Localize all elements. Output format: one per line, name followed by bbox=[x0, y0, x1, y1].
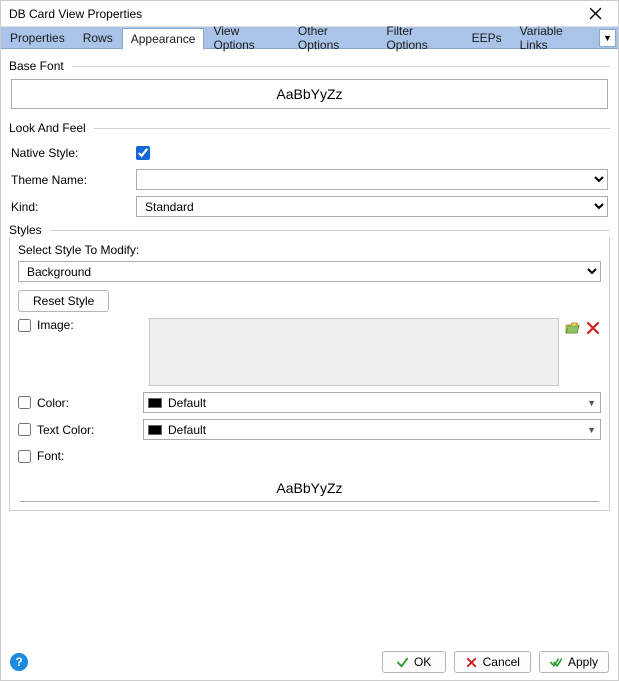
textcolor-checkbox[interactable] bbox=[18, 423, 31, 436]
reset-style-button[interactable]: Reset Style bbox=[18, 290, 109, 312]
window-title: DB Card View Properties bbox=[9, 7, 580, 21]
cancel-icon bbox=[465, 656, 478, 669]
textcolor-swatch bbox=[148, 425, 162, 435]
content-area: Base Font AaBbYyZz Look And Feel Native … bbox=[1, 49, 618, 641]
basefont-group-header: Base Font bbox=[9, 59, 610, 73]
kind-label: Kind: bbox=[11, 200, 136, 214]
font-checkbox[interactable] bbox=[18, 450, 31, 463]
styles-group: Select Style To Modify: Background Reset… bbox=[9, 237, 610, 511]
basefont-sample[interactable]: AaBbYyZz bbox=[11, 79, 608, 109]
theme-name-select[interactable] bbox=[136, 169, 608, 190]
image-checkbox[interactable] bbox=[18, 319, 31, 332]
apply-button[interactable]: Apply bbox=[539, 651, 609, 673]
select-style-dropdown[interactable]: Background bbox=[18, 261, 601, 282]
check-icon bbox=[396, 656, 409, 669]
help-button[interactable]: ? bbox=[10, 653, 28, 671]
open-image-icon[interactable] bbox=[565, 320, 581, 336]
ok-button[interactable]: OK bbox=[382, 651, 446, 673]
native-style-label: Native Style: bbox=[11, 146, 136, 160]
styles-label: Styles bbox=[9, 223, 46, 237]
styles-group-header: Styles bbox=[9, 223, 610, 237]
lookfeel-label: Look And Feel bbox=[9, 121, 90, 135]
apply-icon bbox=[550, 656, 563, 669]
basefont-label: Base Font bbox=[9, 59, 68, 73]
help-icon: ? bbox=[15, 655, 22, 669]
cancel-button[interactable]: Cancel bbox=[454, 651, 531, 673]
clear-image-icon[interactable] bbox=[585, 320, 601, 336]
textcolor-checkbox-label[interactable]: Text Color: bbox=[18, 423, 143, 437]
image-checkbox-label[interactable]: Image: bbox=[18, 318, 143, 332]
font-checkbox-label[interactable]: Font: bbox=[18, 449, 143, 463]
basefont-group: AaBbYyZz bbox=[9, 79, 610, 109]
theme-name-label: Theme Name: bbox=[11, 173, 136, 187]
style-font-sample: AaBbYyZz bbox=[20, 474, 599, 502]
tab-properties[interactable]: Properties bbox=[1, 27, 74, 49]
chevron-down-icon: ▼ bbox=[603, 33, 612, 43]
close-icon bbox=[589, 7, 602, 20]
chevron-down-icon: ▼ bbox=[587, 398, 596, 408]
textcolor-select[interactable]: Default ▼ bbox=[143, 419, 601, 440]
select-style-label: Select Style To Modify: bbox=[18, 243, 601, 257]
lookfeel-group: Native Style: Theme Name: Kind: Standard bbox=[9, 135, 610, 217]
native-style-checkbox[interactable] bbox=[136, 146, 150, 160]
lookfeel-group-header: Look And Feel bbox=[9, 121, 610, 135]
image-preview bbox=[149, 318, 559, 386]
chevron-down-icon: ▼ bbox=[587, 425, 596, 435]
color-swatch bbox=[148, 398, 162, 408]
tab-appearance[interactable]: Appearance bbox=[122, 28, 205, 50]
color-checkbox-label[interactable]: Color: bbox=[18, 396, 143, 410]
tab-bar: Properties Rows Appearance View Options … bbox=[1, 27, 618, 49]
kind-select[interactable]: Standard bbox=[136, 196, 608, 217]
color-select[interactable]: Default ▼ bbox=[143, 392, 601, 413]
tab-overflow-button[interactable]: ▼ bbox=[599, 29, 616, 47]
dialog-footer: ? OK Cancel Apply bbox=[0, 643, 619, 681]
color-checkbox[interactable] bbox=[18, 396, 31, 409]
tab-rows[interactable]: Rows bbox=[74, 27, 122, 49]
tab-eeps[interactable]: EEPs bbox=[463, 27, 511, 49]
